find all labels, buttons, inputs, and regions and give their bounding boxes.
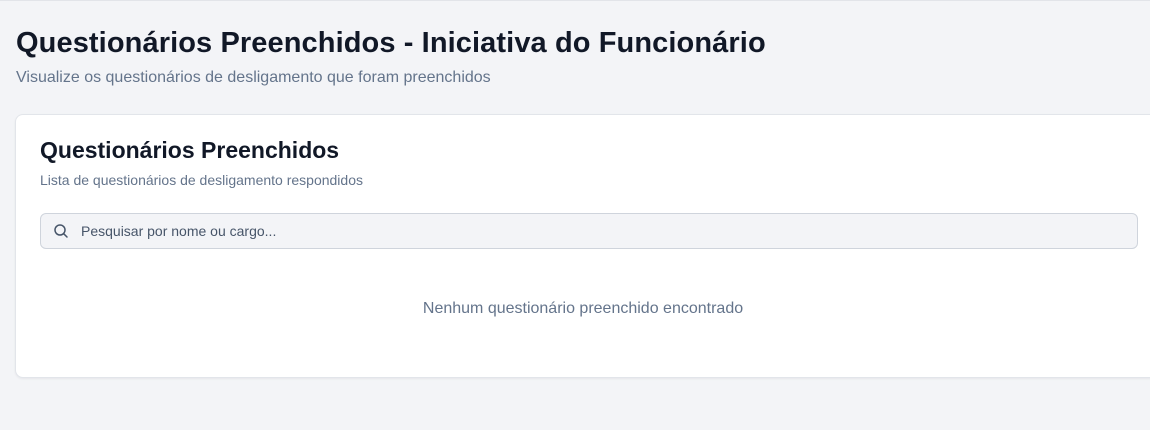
filled-questionnaires-card: Questionários Preenchidos Lista de quest…	[15, 114, 1150, 378]
search-icon	[53, 223, 69, 239]
card-title: Questionários Preenchidos	[40, 137, 340, 163]
search-box[interactable]	[40, 213, 1138, 249]
page-title: Questionários Preenchidos - Iniciativa d…	[16, 27, 766, 59]
search-input[interactable]	[81, 214, 1121, 248]
page-subtitle: Visualize os questionários de desligamen…	[16, 69, 491, 86]
page: Questionários Preenchidos - Iniciativa d…	[0, 0, 1150, 430]
card-subtitle: Lista de questionários de desligamento r…	[40, 172, 363, 188]
empty-state-message: Nenhum questionário preenchido encontrad…	[422, 300, 744, 317]
